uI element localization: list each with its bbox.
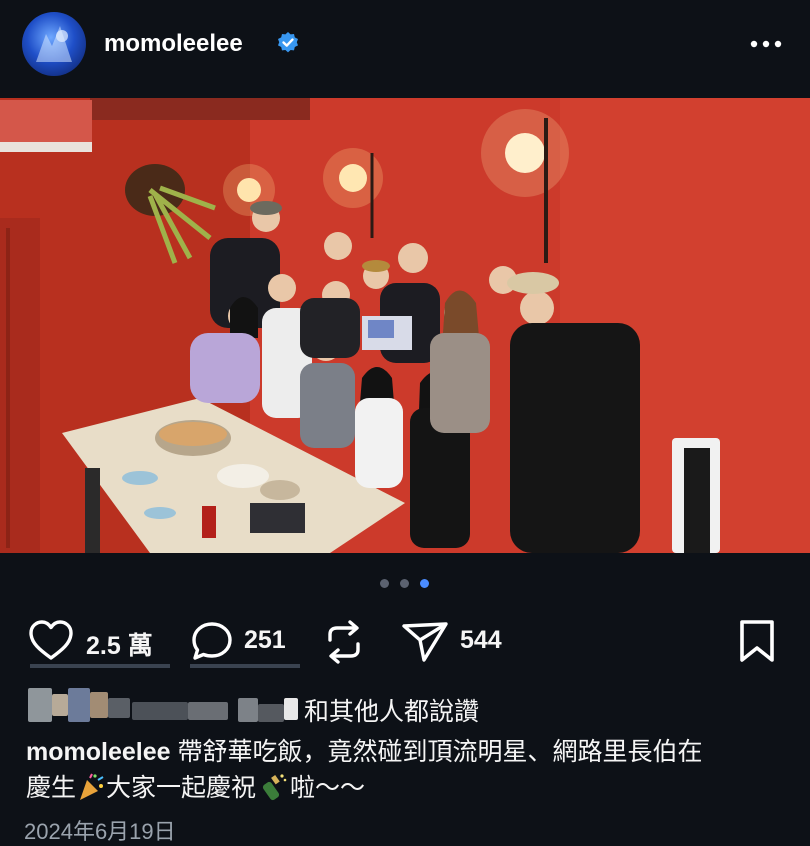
repost-icon[interactable] [322, 618, 366, 666]
share-count[interactable]: 544 [460, 626, 502, 655]
caption-text-1: 帶舒華吃飯，竟然碰到頂流明星、網路里長伯在 [177, 738, 703, 766]
liked-by-text[interactable]: 和其他人都說讚 [304, 692, 479, 728]
caption-text-2b: 大家一起慶祝 [106, 774, 257, 802]
caption-text-2a: 慶生 [26, 774, 77, 802]
action-bar: 2.5 萬 251 544 [0, 612, 810, 668]
post-date: 2024年6月19日 [24, 819, 176, 844]
post-username[interactable]: momoleelee [104, 30, 243, 58]
like-count[interactable]: 2.5 萬 [86, 626, 153, 662]
post-header: momoleelee [0, 0, 810, 92]
caption-line-1: momoleelee 帶舒華吃飯，竟然碰到頂流明星、網路里長伯在 [26, 734, 796, 770]
comment-count[interactable]: 251 [244, 626, 286, 655]
caption-line-2: 慶生 大家一起慶祝 啦～～ [26, 770, 796, 806]
avatar-art [36, 26, 72, 62]
group-dinner-photo [0, 98, 810, 553]
heart-icon[interactable] [26, 618, 76, 664]
caption-username[interactable]: momoleelee [26, 738, 171, 766]
carousel-dot[interactable] [380, 579, 389, 588]
party-popper-icon [76, 772, 106, 802]
carousel-dot[interactable] [400, 579, 409, 588]
liked-by-row: 和其他人都說讚 [0, 684, 810, 728]
champagne-icon [256, 772, 290, 802]
caption-text-2c: 啦～～ [290, 774, 366, 802]
carousel-dot-active[interactable] [420, 579, 429, 588]
more-icon[interactable] [748, 30, 784, 58]
profile-avatar[interactable] [22, 12, 86, 76]
post-photo[interactable] [0, 98, 810, 553]
comment-icon[interactable] [188, 618, 236, 664]
carousel-indicator [378, 576, 434, 590]
comment-underline [190, 664, 300, 668]
verified-icon [278, 32, 298, 53]
like-underline [30, 664, 170, 668]
post-caption: momoleelee 帶舒華吃飯，竟然碰到頂流明星、網路里長伯在 慶生 大家一起… [26, 734, 796, 806]
bookmark-icon[interactable] [736, 618, 778, 664]
share-icon[interactable] [400, 618, 450, 664]
